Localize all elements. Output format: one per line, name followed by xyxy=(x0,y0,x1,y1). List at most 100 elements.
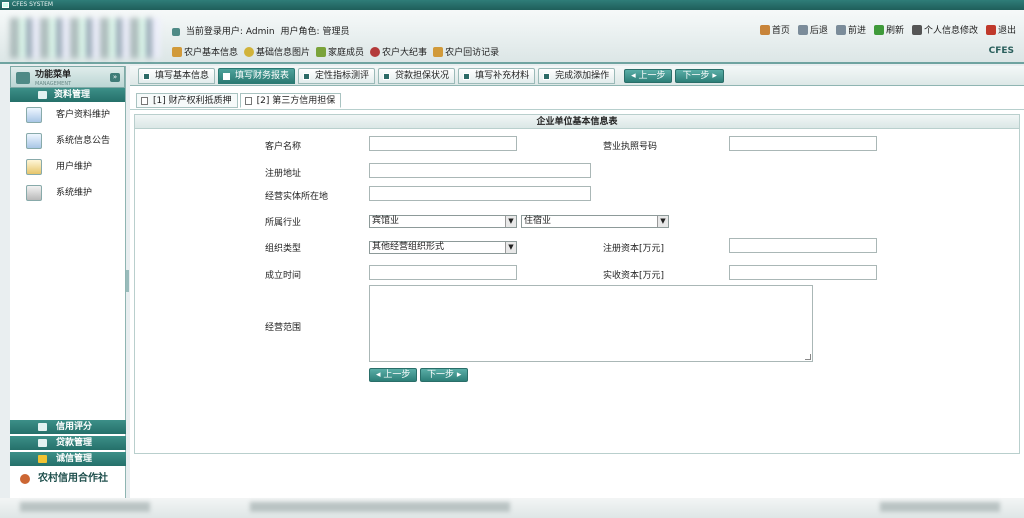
system-icon xyxy=(26,185,42,201)
top-link-back[interactable]: 后退 xyxy=(797,23,828,36)
nav-family[interactable]: 家庭成员 xyxy=(316,45,364,58)
step-tabs: 填写基本信息 填写财务报表 定性指标测评 贷款担保状况 填写补充材料 完成添加操… xyxy=(130,66,1024,86)
paid-capital-input[interactable] xyxy=(729,265,877,280)
top-link-label: 个人信息修改 xyxy=(923,26,978,36)
status-blur-center xyxy=(250,502,510,512)
tab-label: 填写基本信息 xyxy=(155,70,210,81)
back-icon xyxy=(797,24,808,35)
top-link-profile[interactable]: 个人信息修改 xyxy=(911,23,978,36)
biz-location-input[interactable] xyxy=(369,186,591,201)
top-link-label: 刷新 xyxy=(885,26,904,36)
sidebar-splitter[interactable] xyxy=(126,270,129,292)
sidebar-item-notice[interactable]: 系统信息公告 xyxy=(10,128,125,154)
nav-events[interactable]: 农户大纪事 xyxy=(370,45,427,58)
collapse-icon[interactable]: » xyxy=(110,73,120,82)
top-link-exit[interactable]: 退出 xyxy=(985,23,1016,36)
tabs-next-button[interactable]: 下一步 ▸ xyxy=(675,68,724,83)
top-link-forward[interactable]: 前进 xyxy=(835,23,866,36)
farmer-nav: 农户基本信息 基础信息图片 家庭成员 农户大纪事 农户回访记录 xyxy=(172,45,499,58)
sidebar-item-system[interactable]: 系统维护 xyxy=(10,180,125,206)
refresh-icon xyxy=(873,24,884,35)
nav-label: 家庭成员 xyxy=(328,48,365,58)
sidebar-item-label: 系统维护 xyxy=(56,188,93,198)
logo xyxy=(10,18,160,58)
org-type-label: 组织类型 xyxy=(265,244,302,254)
subtab-label: [1] 财产权利抵质押 xyxy=(153,96,232,106)
window-titlebar: CFES SYSTEM xyxy=(0,0,1024,10)
paid-capital-label: 实收资本[万元] xyxy=(603,271,665,281)
status-bar xyxy=(0,498,1024,518)
tab-complete[interactable]: 完成添加操作 xyxy=(538,67,616,84)
brand-label: CFES xyxy=(988,46,1014,56)
nav-label: 基础信息图片 xyxy=(256,48,311,58)
sidebar-section-integrity[interactable]: 诚信管理 xyxy=(10,452,126,466)
app-icon xyxy=(2,2,9,8)
exit-icon xyxy=(985,24,996,35)
forward-icon xyxy=(835,24,846,35)
sidebar-section-credit[interactable]: 信用评分 xyxy=(10,420,126,434)
top-link-label: 后退 xyxy=(809,26,828,36)
form-prev-button[interactable]: ◂ 上一步 xyxy=(369,368,418,382)
industry-sub-select[interactable]: 住宿业 ▼ xyxy=(521,215,669,228)
reg-address-input[interactable] xyxy=(369,163,591,178)
document-icon xyxy=(141,97,148,105)
subtab-label: [2] 第三方信用担保 xyxy=(256,96,336,106)
home-icon xyxy=(759,24,770,35)
tab-guarantee[interactable]: 贷款担保状况 xyxy=(378,67,456,84)
sidebar: 功能菜单 MANAGEMENT » 资料管理 客户资料维护 系统信息公告 用户维… xyxy=(10,66,126,518)
events-icon xyxy=(370,46,381,57)
customer-name-input[interactable] xyxy=(369,136,517,151)
resize-grip-icon[interactable] xyxy=(805,354,811,360)
license-no-input[interactable] xyxy=(729,136,877,151)
window-title: CFES SYSTEM xyxy=(12,1,54,8)
status-blur-right xyxy=(880,502,1000,512)
sidebar-item-user[interactable]: 用户维护 xyxy=(10,154,125,180)
sidebar-section-loan[interactable]: 贷款管理 xyxy=(10,436,126,450)
sidebar-bottom-sections: 信用评分 贷款管理 诚信管理 xyxy=(10,420,126,468)
biz-scope-textarea[interactable] xyxy=(369,285,813,362)
sidebar-section-data-management[interactable]: 资料管理 xyxy=(10,88,125,102)
nav-label: 农户基本信息 xyxy=(184,48,239,58)
form-title: 企业单位基本信息表 xyxy=(135,115,1019,129)
nav-visits[interactable]: 农户回访记录 xyxy=(433,45,499,58)
sidebar-section-label: 信用评分 xyxy=(56,422,93,432)
sidebar-item-customer[interactable]: 客户资料维护 xyxy=(10,102,125,128)
tab-label: 完成添加操作 xyxy=(555,70,610,81)
biz-scope-label: 经营范围 xyxy=(265,323,302,333)
form-next-button[interactable]: 下一步 ▸ xyxy=(420,368,469,382)
folder-icon xyxy=(38,91,47,99)
bank-logo-icon xyxy=(18,472,32,486)
tabs-prev-button[interactable]: ◂ 上一步 xyxy=(624,68,673,83)
org-type-value: 其他经营组织形式 xyxy=(372,242,445,252)
role-label: 用户角色: xyxy=(280,27,320,37)
user-label: 当前登录用户: xyxy=(185,27,243,37)
reg-capital-input[interactable] xyxy=(729,238,877,253)
sidebar-section-label: 贷款管理 xyxy=(56,438,93,448)
user-icon xyxy=(172,27,180,36)
top-links: 首页 后退 前进 刷新 个人信息修改 退出 xyxy=(759,23,1016,36)
subtab-third-party[interactable]: [2] 第三方信用担保 xyxy=(239,93,342,108)
tab-icon xyxy=(543,72,551,80)
nav-label: 农户大纪事 xyxy=(382,48,428,58)
nav-basic-pictures[interactable]: 基础信息图片 xyxy=(244,45,310,58)
tab-supplement[interactable]: 填写补充材料 xyxy=(458,67,536,84)
sidebar-item-label: 客户资料维护 xyxy=(56,110,111,120)
tab-basic-info[interactable]: 填写基本信息 xyxy=(138,67,216,84)
license-no-label: 营业执照号码 xyxy=(603,142,658,152)
org-type-select[interactable]: 其他经营组织形式 ▼ xyxy=(369,241,517,254)
tab-label: 定性指标测评 xyxy=(315,70,370,81)
tab-financial-report[interactable]: 填写财务报表 xyxy=(218,67,296,84)
industry-select[interactable]: 宾馆业 ▼ xyxy=(369,215,517,228)
edit-icon xyxy=(911,24,922,35)
sidebar-footer-label: 农村信用合作社 xyxy=(38,473,108,484)
tab-icon xyxy=(303,72,311,80)
found-date-input[interactable] xyxy=(369,265,517,280)
top-link-refresh[interactable]: 刷新 xyxy=(873,23,904,36)
role-name: 管理员 xyxy=(322,27,350,37)
top-link-home[interactable]: 首页 xyxy=(759,23,790,36)
subtab-property-pledge[interactable]: [1] 财产权利抵质押 xyxy=(136,93,238,108)
chevron-down-icon: ▼ xyxy=(505,216,516,227)
nav-label: 农户回访记录 xyxy=(445,48,500,58)
tab-qualitative[interactable]: 定性指标测评 xyxy=(298,67,376,84)
nav-farmer-basic[interactable]: 农户基本信息 xyxy=(172,45,238,58)
